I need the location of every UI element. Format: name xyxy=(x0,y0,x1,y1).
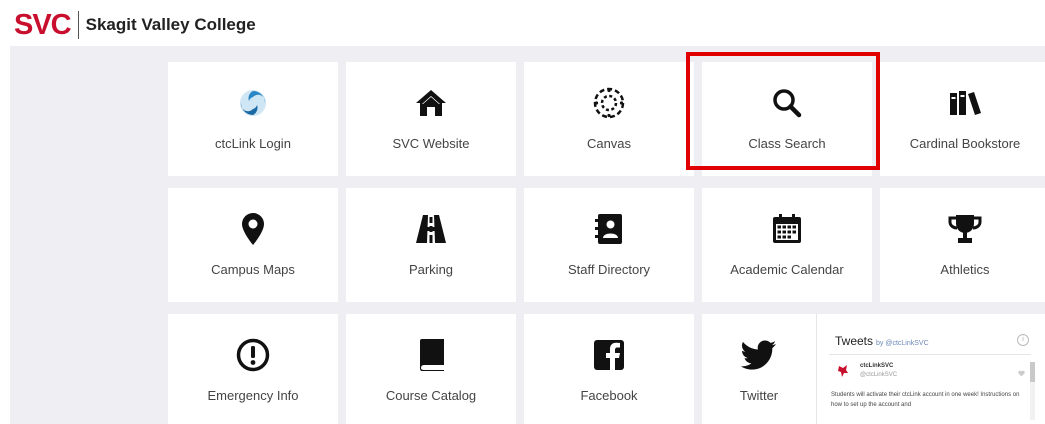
tile-label: Cardinal Bookstore xyxy=(909,136,1021,151)
twitter-bird-icon xyxy=(741,332,777,378)
info-icon[interactable]: i xyxy=(1017,334,1029,346)
tile-athletics[interactable]: Athletics xyxy=(880,188,1045,302)
tile-parking[interactable]: Parking xyxy=(346,188,516,302)
heart-icon[interactable] xyxy=(1018,364,1025,377)
tile-label: Academic Calendar xyxy=(730,262,844,277)
tile-facebook[interactable]: Facebook xyxy=(524,314,694,424)
avatar[interactable] xyxy=(837,364,849,378)
tile-emergency-info[interactable]: Emergency Info xyxy=(168,314,338,424)
tile-label: Canvas xyxy=(586,136,632,151)
class-search-highlight-box xyxy=(686,52,880,170)
tweet-author-name[interactable]: ctcLinkSVC xyxy=(860,363,893,369)
canvas-logo-icon xyxy=(593,80,625,126)
tile-label: Twitter xyxy=(739,388,779,403)
tile-label: Campus Maps xyxy=(211,262,295,277)
tile-label: ctcLink Login xyxy=(215,136,291,151)
book-icon xyxy=(416,332,446,378)
tweet-author-handle[interactable]: @ctcLinkSVC xyxy=(860,372,897,378)
books-icon xyxy=(948,80,982,126)
logo-college-name: Skagit Valley College xyxy=(85,15,256,34)
college-logo[interactable]: SVC Skagit Valley College xyxy=(14,10,256,40)
tile-label: SVC Website xyxy=(392,136,470,151)
tile-cardinal-bookstore[interactable]: Cardinal Bookstore xyxy=(880,62,1045,176)
tile-label: Parking xyxy=(408,262,454,277)
logo-divider xyxy=(77,11,79,39)
scrollbar-thumb[interactable] xyxy=(1030,362,1035,382)
twitter-widget-by-link[interactable]: by @ctcLinkSVC xyxy=(876,340,929,347)
tile-label: Course Catalog xyxy=(385,388,477,403)
tile-canvas[interactable]: Canvas xyxy=(524,62,694,176)
ctclink-logo-icon xyxy=(238,80,268,126)
address-book-icon xyxy=(594,206,624,252)
tile-label: Athletics xyxy=(940,262,990,277)
tile-label: Staff Directory xyxy=(567,262,651,277)
logo-abbreviation: SVC xyxy=(14,9,72,41)
calendar-icon xyxy=(771,206,803,252)
tile-label: Emergency Info xyxy=(207,388,299,403)
road-icon xyxy=(414,206,448,252)
tile-label: Facebook xyxy=(580,388,638,403)
tile-ctclink-login[interactable]: ctcLink Login xyxy=(168,62,338,176)
tile-campus-maps[interactable]: Campus Maps xyxy=(168,188,338,302)
tile-twitter[interactable]: Twitter xyxy=(702,314,816,424)
twitter-widget-title: Tweets xyxy=(835,334,874,348)
divider xyxy=(829,354,1031,355)
tile-staff-directory[interactable]: Staff Directory xyxy=(524,188,694,302)
map-pin-icon xyxy=(241,206,265,252)
twitter-timeline-widget[interactable]: Tweets by @ctcLinkSVC i ctcLinkSVC @ctcLi… xyxy=(816,314,1045,424)
tile-svc-website[interactable]: SVC Website xyxy=(346,62,516,176)
facebook-icon xyxy=(593,332,625,378)
tile-academic-calendar[interactable]: Academic Calendar xyxy=(702,188,872,302)
exclamation-circle-icon xyxy=(236,332,270,378)
tile-course-catalog[interactable]: Course Catalog xyxy=(346,314,516,424)
twitter-widget-header: Tweets by @ctcLinkSVC xyxy=(835,334,929,348)
home-icon xyxy=(414,80,448,126)
tweet-text: Students will activate their ctcLink acc… xyxy=(831,392,1020,408)
site-header: SVC Skagit Valley College xyxy=(0,0,1045,46)
trophy-icon xyxy=(948,206,982,252)
